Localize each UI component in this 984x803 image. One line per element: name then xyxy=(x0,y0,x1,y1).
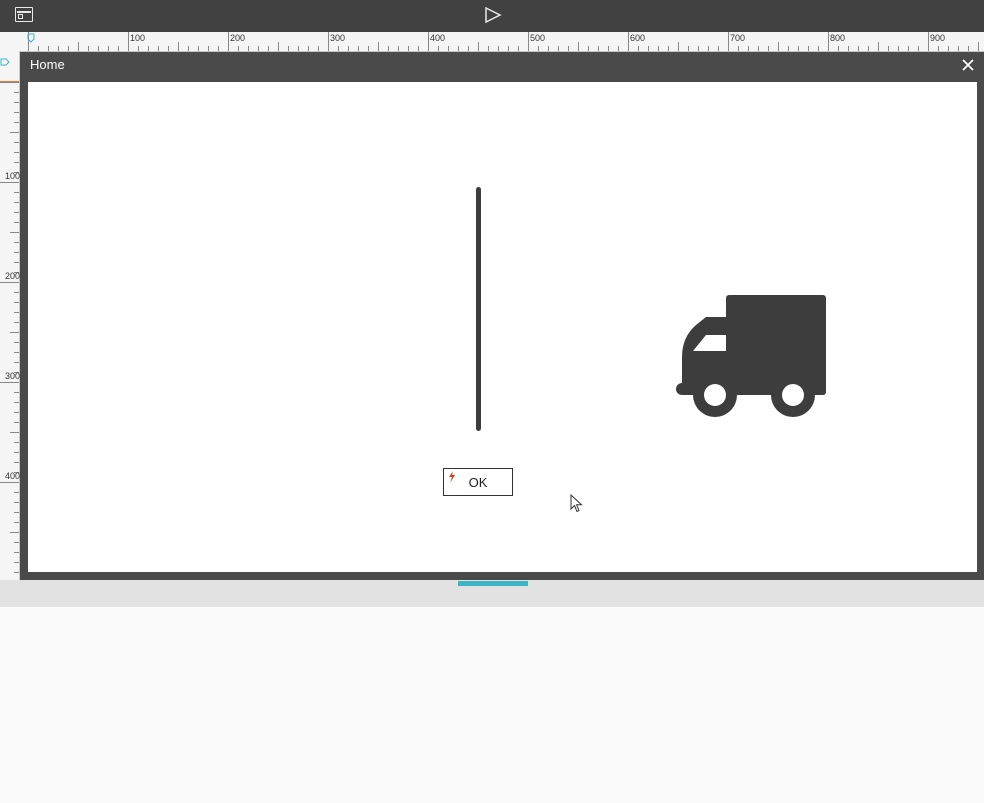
home-dialog: Home OK xyxy=(20,52,984,580)
mouse-cursor-icon xyxy=(570,494,583,513)
horizontal-ruler[interactable]: 100 200 300 400 500 600 700 800 900 xyxy=(20,32,984,52)
ruler-marker-icon[interactable] xyxy=(27,33,35,43)
ruler-label: 400 xyxy=(5,471,21,481)
ruler-label: 600 xyxy=(630,33,646,43)
ruler-label: 100 xyxy=(130,33,146,43)
design-canvas[interactable]: OK xyxy=(28,82,977,572)
close-icon[interactable] xyxy=(962,59,974,71)
ruler-marker-icon[interactable] xyxy=(0,58,10,66)
ruler-label: 300 xyxy=(330,33,346,43)
ruler-label: 200 xyxy=(5,271,21,281)
horizontal-scrollbar[interactable] xyxy=(0,580,984,607)
truck-icon[interactable] xyxy=(676,295,828,419)
ruler-label: 100 xyxy=(5,171,21,181)
ruler-label: 800 xyxy=(830,33,846,43)
top-toolbar xyxy=(0,0,984,32)
ruler-label: 900 xyxy=(930,33,946,43)
scroll-thumb[interactable] xyxy=(458,581,528,586)
ok-button[interactable]: OK xyxy=(443,468,513,496)
ok-button-label: OK xyxy=(468,474,488,490)
ruler-label: 200 xyxy=(230,33,246,43)
bolt-icon xyxy=(449,471,455,483)
layout-icon[interactable] xyxy=(15,7,33,22)
ruler-corner xyxy=(0,32,20,51)
ruler-label: 300 xyxy=(5,371,21,381)
play-icon[interactable] xyxy=(484,6,502,24)
ruler-guide-line xyxy=(0,81,19,82)
vertical-line-shape[interactable] xyxy=(476,187,481,431)
vertical-ruler[interactable]: 100 200 300 400 xyxy=(0,51,20,580)
dialog-title: Home xyxy=(30,57,65,72)
ruler-label: 400 xyxy=(430,33,446,43)
ruler-label: 500 xyxy=(530,33,546,43)
vertical-ruler-ticks xyxy=(0,82,19,573)
ruler-label: 700 xyxy=(730,33,746,43)
